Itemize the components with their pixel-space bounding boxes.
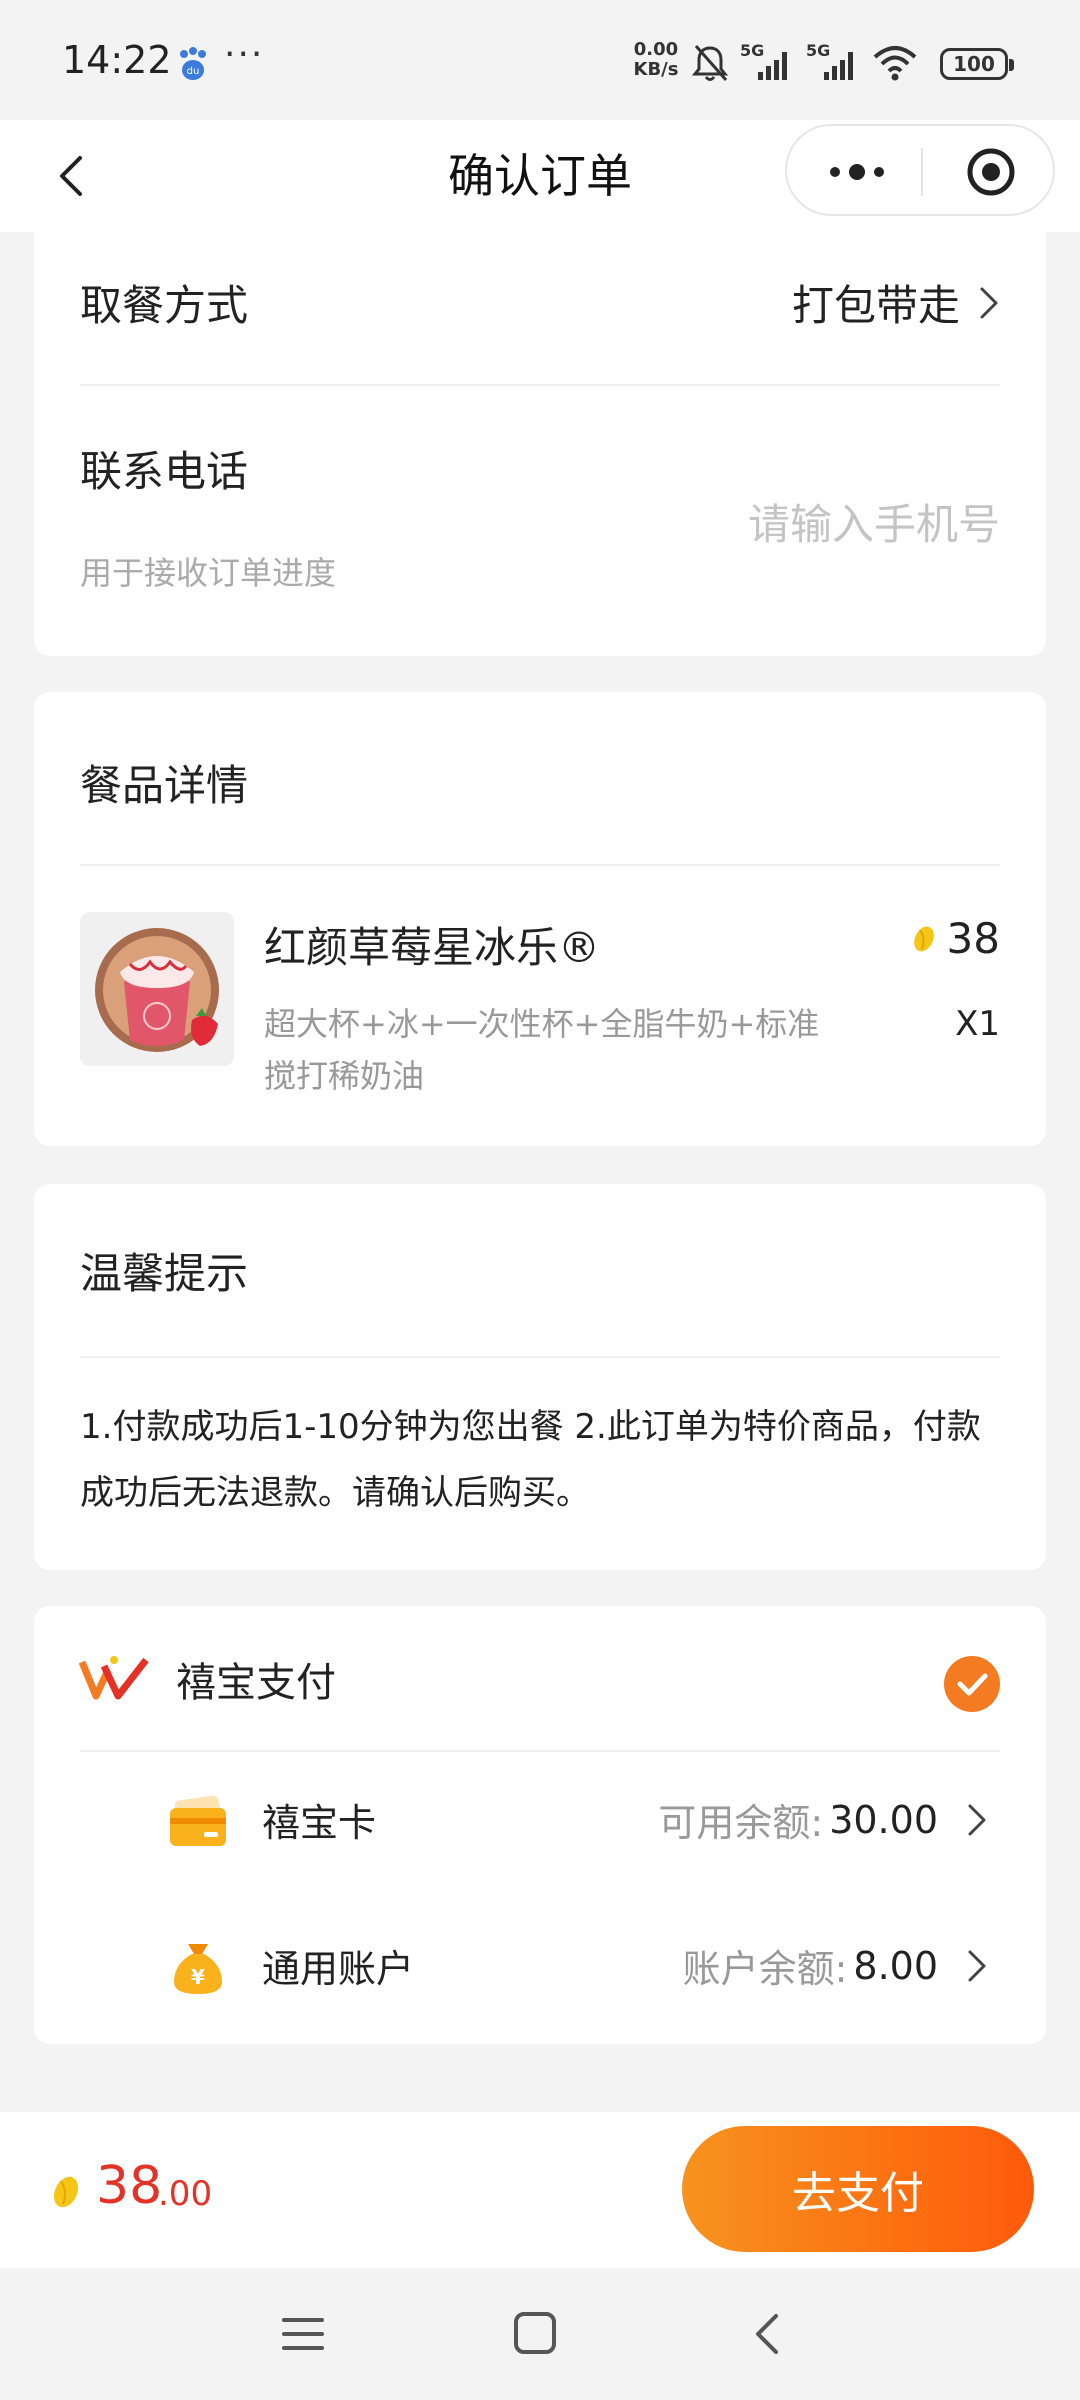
product-image	[80, 912, 234, 1066]
tips-card: 温馨提示 1.付款成功后1-10分钟为您出餐 2.此订单为特价商品，付款成功后无…	[34, 1184, 1046, 1570]
status-time: 14:22	[62, 38, 172, 82]
bean-icon	[913, 926, 934, 951]
order-info-card: 取餐方式 打包带走 联系电话 用于接收订单进度	[34, 232, 1046, 656]
pickup-label: 取餐方式	[80, 281, 249, 330]
pickup-value: 打包带走	[791, 281, 960, 330]
account-row-card[interactable]: 禧宝卡 可用余额: 30.00	[34, 1780, 1046, 1860]
payment-method-name: 禧宝支付	[176, 1660, 336, 1706]
chevron-right-icon	[980, 287, 998, 318]
bean-icon	[53, 2176, 79, 2208]
checkout-bar: 38 .00 去支付	[0, 2112, 1080, 2268]
phone-input[interactable]	[580, 492, 1000, 556]
tips-text: 1.付款成功后1-10分钟为您出餐 2.此订单为特价商品，付款成功后无法退款。请…	[80, 1407, 981, 1513]
tips-title: 温馨提示	[80, 1249, 249, 1298]
total-amount-decimal: .00	[158, 2174, 213, 2214]
divider	[80, 384, 1000, 386]
signal-5g-icon: 5G	[806, 42, 853, 80]
payment-selected-checkbox[interactable]	[944, 1656, 1000, 1712]
system-back-icon[interactable]	[748, 2310, 788, 2358]
battery-icon: 100	[940, 48, 1014, 80]
pay-button[interactable]: 去支付	[682, 2126, 1034, 2252]
menu-icon[interactable]	[280, 2312, 326, 2356]
svg-text:5G: 5G	[740, 42, 764, 60]
mute-bell-icon	[691, 45, 729, 81]
status-bar: 14:22 du ··· 0.00 KB/s 5G 5G 100	[0, 0, 1080, 120]
home-icon[interactable]	[512, 2310, 558, 2356]
divider	[80, 864, 1000, 866]
mini-program-capsule	[785, 124, 1055, 216]
items-card: 餐品详情 红颜草莓星冰乐® 超大杯+冰+一次性杯+全脂牛奶+标准搅打稀奶油 38…	[34, 692, 1046, 1146]
chevron-right-icon	[968, 1950, 986, 1981]
items-section-title: 餐品详情	[80, 761, 249, 810]
check-icon	[957, 1673, 988, 1696]
pickup-method-selector[interactable]: 打包带走	[792, 272, 1000, 333]
network-speed: 0.00 KB/s	[633, 39, 679, 80]
svg-text:5G: 5G	[806, 42, 830, 60]
wifi-icon	[873, 46, 917, 81]
status-icons: 5G 5G	[690, 38, 918, 88]
product-options: 超大杯+冰+一次性杯+全脂牛奶+标准搅打稀奶油	[264, 1005, 820, 1095]
account-name: 禧宝卡	[262, 1801, 377, 1845]
divider	[80, 1356, 1000, 1358]
phone-hint: 用于接收订单进度	[80, 554, 337, 592]
total-amount: 38	[96, 2156, 163, 2216]
divider	[80, 1750, 1000, 1752]
money-bag-icon: ¥	[174, 1944, 222, 1994]
nav-bar: 确认订单	[0, 120, 1080, 232]
card-icon	[170, 1795, 226, 1846]
account-name: 通用账户	[262, 1947, 415, 1991]
signal-5g-icon: 5G	[740, 42, 787, 80]
baidu-paw-icon: du	[180, 47, 206, 80]
account-row-general[interactable]: ¥ 通用账户 账户余额: 8.00	[34, 1926, 1046, 2006]
more-icon[interactable]	[817, 152, 897, 192]
payment-card: 禧宝支付 禧宝卡 可用余额: 30.00 ¥ 通用账户 账户余额: 8.00	[34, 1606, 1046, 2044]
account-balance: 可用余额: 30.00	[658, 1792, 988, 1847]
close-target-icon[interactable]	[965, 146, 1017, 198]
status-more: ···	[224, 34, 265, 75]
xibao-logo-icon	[78, 1656, 149, 1700]
svg-text:¥: ¥	[191, 1965, 205, 1989]
product-price: 38	[911, 914, 1000, 963]
product-quantity: X1	[955, 1004, 1000, 1044]
phone-label: 联系电话	[80, 447, 249, 496]
svg-text:du: du	[187, 66, 200, 77]
chevron-right-icon	[968, 1804, 986, 1835]
product-name: 红颜草莓星冰乐®	[264, 923, 601, 972]
account-balance: 账户余额: 8.00	[683, 1938, 988, 1993]
capsule-divider	[921, 148, 923, 196]
system-nav-bar	[0, 2268, 1080, 2400]
